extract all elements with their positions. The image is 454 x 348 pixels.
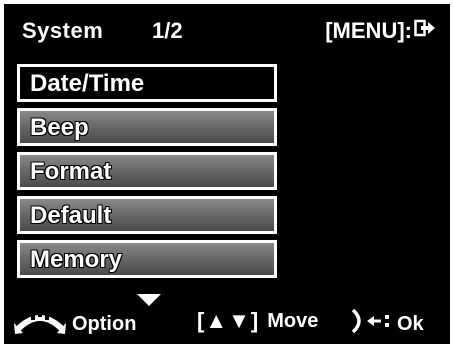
menu-item-default[interactable]: Default: [17, 196, 277, 234]
dial-icon: [14, 308, 66, 340]
menu-item-format[interactable]: Format: [17, 152, 277, 190]
menu-key-label: [MENU]:: [325, 18, 412, 43]
ok-label: Ok: [397, 312, 424, 335]
menu-item-memory[interactable]: Memory: [17, 240, 277, 278]
exit-icon: [414, 18, 436, 44]
menu-list: Date/Time Beep Format Default Memory: [17, 64, 277, 284]
button-hint-bar: Option [▲▼] Move Ok: [4, 302, 450, 344]
menu-exit-hint[interactable]: [MENU]:: [325, 18, 436, 44]
menu-item-label: Default: [29, 201, 112, 229]
page-indicator: 1/2: [152, 18, 183, 43]
shutter-release-icon: [351, 308, 393, 340]
menu-header: System 1/2 [MENU]:: [4, 4, 450, 60]
menu-item-label: Memory: [29, 245, 123, 273]
menu-item-beep[interactable]: Beep: [17, 108, 277, 146]
option-label: Option: [72, 312, 137, 335]
menu-item-label: Beep: [29, 113, 89, 141]
menu-item-label: Format: [29, 157, 112, 185]
up-down-keys-label: [▲▼]: [197, 308, 260, 333]
move-hint: [▲▼] Move: [197, 308, 318, 334]
ok-hint[interactable]: Ok: [351, 308, 424, 340]
menu-item-date-time[interactable]: Date/Time: [17, 64, 277, 102]
camera-menu-screen: System 1/2 [MENU]: Date/Time Beep Format…: [4, 4, 450, 344]
menu-item-label: Date/Time: [30, 70, 145, 97]
option-hint[interactable]: Option: [14, 308, 136, 340]
move-label: Move: [267, 309, 319, 332]
menu-title: System: [22, 18, 104, 43]
